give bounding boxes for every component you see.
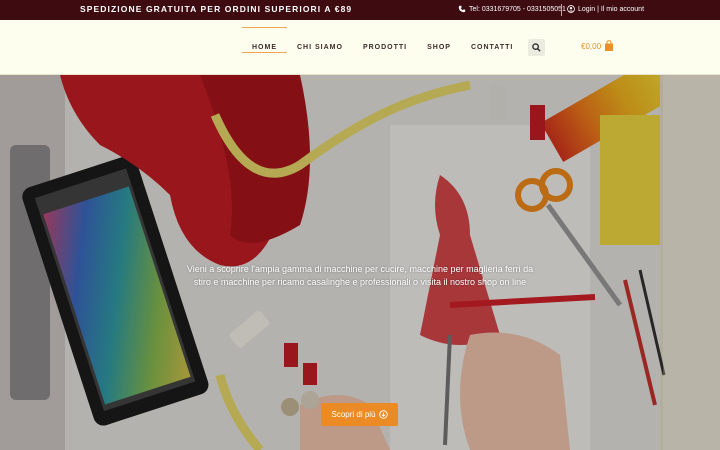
nav-home[interactable]: HOME bbox=[242, 27, 287, 67]
nav-shop[interactable]: SHOP bbox=[417, 20, 461, 75]
top-bar: SPEDIZIONE GRATUITA PER ORDINI SUPERIORI… bbox=[0, 0, 720, 20]
hero-description: Vieni a scoprire l'ampia gamma di macchi… bbox=[186, 264, 534, 287]
nav-prodotti[interactable]: PRODOTTI bbox=[353, 20, 417, 75]
user-icon bbox=[567, 5, 575, 13]
discover-more-button[interactable]: Scopri di più bbox=[321, 403, 398, 426]
phone-icon bbox=[458, 5, 466, 13]
hero-banner: Vieni a scoprire l'ampia gamma di macchi… bbox=[0, 75, 720, 450]
nav-chi-siamo[interactable]: CHI SIAMO bbox=[287, 20, 353, 75]
account-label: Login | Il mio account bbox=[578, 5, 645, 13]
phone-numbers: Tel: 0331679705 - 0331505051 bbox=[469, 5, 566, 13]
account-link[interactable]: Login | Il mio account bbox=[567, 5, 644, 13]
cart-total: €0,00 bbox=[581, 41, 602, 51]
search-icon bbox=[532, 43, 541, 52]
search-button[interactable] bbox=[528, 39, 545, 56]
discover-more-label: Scopri di più bbox=[331, 410, 376, 419]
shipping-promo: SPEDIZIONE GRATUITA PER ORDINI SUPERIORI… bbox=[80, 4, 353, 14]
shopping-bag-icon bbox=[605, 40, 614, 51]
phone-contact[interactable]: Tel: 0331679705 - 0331505051 bbox=[458, 5, 566, 13]
nav-contatti[interactable]: CONTATTI bbox=[461, 20, 523, 75]
divider bbox=[561, 4, 562, 16]
arrow-down-circle-icon bbox=[378, 410, 388, 419]
cart-button[interactable]: €0,00 bbox=[581, 40, 614, 52]
site-header: HOME CHI SIAMO PRODOTTI SHOP CONTATTI €0… bbox=[0, 20, 720, 75]
main-nav: HOME CHI SIAMO PRODOTTI SHOP CONTATTI bbox=[242, 20, 523, 75]
